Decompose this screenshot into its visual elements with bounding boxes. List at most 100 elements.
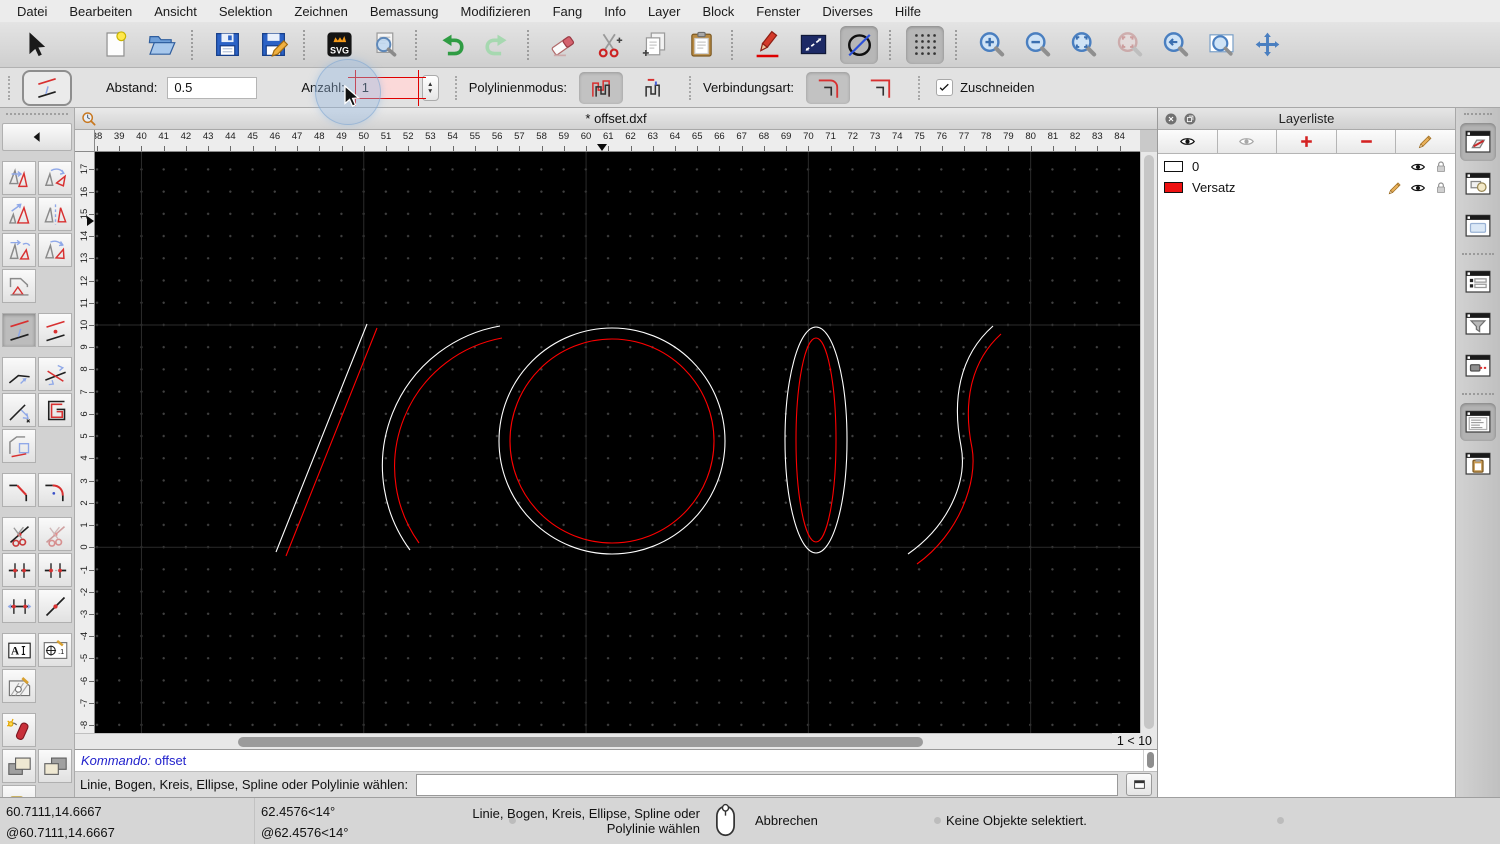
layer-row[interactable]: Versatz (1158, 177, 1455, 198)
cad-entity-path[interactable] (916, 333, 1002, 565)
eraser-button[interactable] (544, 26, 582, 64)
modify-offset-button[interactable] (2, 313, 36, 347)
modify-align-button[interactable] (2, 269, 36, 303)
zoom-previous-button[interactable] (1156, 26, 1194, 64)
layer-pencil-icon[interactable] (1387, 180, 1407, 196)
anzahl-input[interactable]: 1 (347, 69, 426, 106)
connection-round-button[interactable] (806, 71, 851, 104)
modify-break-points-button[interactable] (2, 553, 36, 587)
save-as-button[interactable] (254, 26, 292, 64)
menu-info[interactable]: Info (593, 4, 637, 19)
back-button[interactable] (2, 123, 72, 151)
modify-move-button[interactable] (2, 161, 36, 195)
menu-fenster[interactable]: Fenster (745, 4, 811, 19)
svg-export-button[interactable]: SVG (320, 26, 358, 64)
menu-hilfe[interactable]: Hilfe (884, 4, 932, 19)
menu-ansicht[interactable]: Ansicht (143, 4, 208, 19)
modify-trim-two-button[interactable] (38, 357, 72, 391)
selection-filter-panel-button[interactable] (1460, 305, 1496, 343)
polymode-outline-button[interactable] (578, 71, 623, 104)
minus-button[interactable] (1336, 130, 1397, 154)
canvas-horizontal-scrollbar[interactable] (75, 733, 1112, 749)
zoom-window-button[interactable] (1202, 26, 1240, 64)
grid-tool-button[interactable] (906, 25, 944, 64)
clipboard-panel-panel-button[interactable] (1460, 445, 1496, 483)
scrollbar-thumb[interactable] (1144, 155, 1154, 729)
modify-explode-button[interactable] (2, 713, 36, 747)
menu-bemassung[interactable]: Bemassung (359, 4, 450, 19)
menu-zeichnen[interactable]: Zeichnen (283, 4, 358, 19)
modify-scale-button[interactable] (2, 197, 36, 231)
paste-button[interactable] (682, 26, 720, 64)
polymode-segment-button[interactable] (629, 72, 673, 104)
modify-paint-button[interactable] (2, 785, 36, 797)
ellipse-tool-button[interactable] (840, 25, 878, 64)
pencil-button[interactable] (1396, 130, 1455, 154)
selection-pointer-button[interactable] (16, 26, 54, 64)
modify-chamfer-button[interactable] (2, 473, 36, 507)
modify-break-segments-button[interactable] (38, 553, 72, 587)
zoom-in-button[interactable] (972, 26, 1010, 64)
flashlight-panel-panel-button[interactable] (1460, 347, 1496, 385)
cad-entity-path[interactable] (381, 325, 501, 551)
menu-fang[interactable]: Fang (542, 4, 594, 19)
toolbar-drag-handle[interactable] (8, 75, 14, 100)
library-browser-panel-button[interactable] (1460, 207, 1496, 245)
property-editor-panel-button[interactable] (1460, 263, 1496, 301)
modify-divide-2-button[interactable] (38, 517, 72, 551)
save-button[interactable] (208, 26, 246, 64)
undo-button[interactable] (432, 26, 470, 64)
layer-panel-titlebar[interactable]: Layerliste (1158, 108, 1455, 130)
cad-entity-circle[interactable] (509, 338, 715, 544)
layer-list-panel-button[interactable] (1460, 123, 1496, 161)
zuschneiden-checkbox[interactable] (936, 79, 954, 96)
block-list-panel-button[interactable] (1460, 165, 1496, 203)
print-preview-button[interactable] (366, 26, 404, 64)
modify-lengthen-button[interactable] (2, 393, 36, 427)
draw-pen-button[interactable] (748, 26, 786, 64)
eye-button[interactable] (1217, 130, 1278, 154)
modify-divide-button[interactable] (2, 517, 36, 551)
pan-button[interactable] (1248, 26, 1286, 64)
menu-modifizieren[interactable]: Modifizieren (450, 4, 542, 19)
redo-button[interactable] (478, 26, 516, 64)
modify-break-out-button[interactable] (38, 589, 72, 623)
line-tool-button[interactable] (794, 26, 832, 64)
menu-layer[interactable]: Layer (637, 4, 692, 19)
cut-button[interactable] (590, 26, 628, 64)
modify-order-back-button[interactable] (38, 749, 72, 783)
modify-bevel-button[interactable] (2, 429, 36, 463)
eye-button[interactable] (1158, 130, 1218, 154)
cad-entity-line[interactable] (275, 323, 368, 553)
zoom-auto-button[interactable] (1064, 26, 1102, 64)
modify-stretch-button[interactable] (2, 589, 36, 623)
modify-mirror-button[interactable] (38, 197, 72, 231)
plus-button[interactable] (1277, 130, 1337, 154)
zoom-out-button[interactable] (1018, 26, 1056, 64)
modify-rotate-button[interactable] (38, 161, 72, 195)
menu-block[interactable]: Block (691, 4, 745, 19)
copy-button[interactable] (636, 26, 674, 64)
history-scrollbar[interactable] (1143, 750, 1157, 771)
modify-hatch-edit-button[interactable] (2, 669, 36, 703)
menu-selektion[interactable]: Selektion (208, 4, 283, 19)
cad-entity-ellipse[interactable] (784, 326, 848, 554)
zoom-selection-button[interactable] (1110, 26, 1148, 64)
scrollbar-thumb[interactable] (238, 737, 923, 747)
command-input[interactable] (416, 773, 1118, 796)
modify-text-edit-button[interactable]: A (2, 633, 36, 667)
canvas-vertical-scrollbar[interactable] (1140, 152, 1157, 733)
menu-bearbeiten[interactable]: Bearbeiten (58, 4, 143, 19)
document-titlebar[interactable]: * offset.dxf (75, 108, 1157, 130)
toolbar-drag-handle[interactable] (6, 113, 68, 119)
scrollbar-thumb[interactable] (1147, 752, 1154, 768)
layer-visibility-icon[interactable] (1410, 159, 1430, 175)
cad-entity-ellipse[interactable] (795, 337, 837, 543)
modify-clip-button[interactable] (38, 393, 72, 427)
open-file-button[interactable] (142, 26, 180, 64)
cad-entity-circle[interactable] (498, 327, 726, 555)
drawing-canvas[interactable] (95, 152, 1140, 733)
modify-fillet-button[interactable] (38, 473, 72, 507)
layer-row[interactable]: 0 (1158, 156, 1455, 177)
modify-rotate-two-button[interactable] (38, 233, 72, 267)
